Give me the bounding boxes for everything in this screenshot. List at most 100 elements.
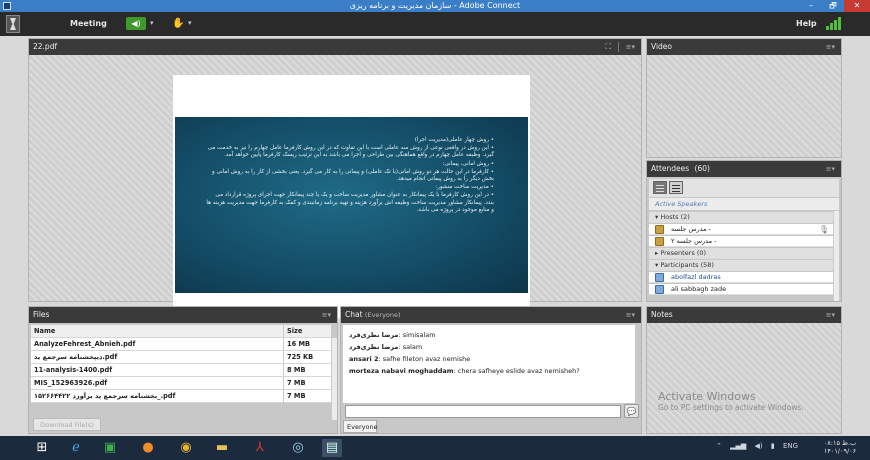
close-button[interactable]: ✕ (844, 0, 870, 12)
store-icon[interactable]: ▣ (100, 439, 120, 457)
active-speakers-label: Active Speakers (649, 198, 839, 210)
slide-text: • روش چهار عاملی(مدیریت اجرا) • این روش … (204, 137, 494, 215)
meeting-menu[interactable]: Meeting (70, 19, 107, 28)
fit-width-icon[interactable]: ⛶ (605, 42, 611, 52)
files-pod-menu-icon[interactable]: ≡▾ (322, 307, 331, 323)
table-header-row: Name Size (31, 325, 331, 338)
maximize-button[interactable]: 🗗 (822, 0, 844, 12)
table-row[interactable]: AnalyzeFehrest_Abnieh.pdf 16 MB (31, 338, 331, 351)
acrobat-icon[interactable]: ⅄ (250, 439, 270, 457)
files-table: Name Size AnalyzeFehrest_Abnieh.pdf 16 M… (31, 325, 331, 403)
files-scrollbar[interactable] (331, 338, 337, 420)
video-pod-menu-icon[interactable]: ≡▾ (826, 39, 835, 55)
slide-bullet: • این روش در واقعی نوعی از روش سه عاملی … (207, 145, 494, 159)
chat-text: : simisalam (398, 331, 436, 339)
slide-bullet: • کارفرما در این حالت هر دو روش امانی(با… (212, 168, 494, 183)
system-tray: ⌃ ▂▄▆ ◀) ▮ ENG (716, 442, 798, 450)
clock[interactable]: ۰۸:۱۵ ب.ظ ۱۴۰۱/۰۹/۰۶ (820, 439, 860, 455)
video-pod-title: Video (651, 42, 673, 51)
attendee-name: مدرس جلسه - (671, 225, 711, 233)
attendees-pod-title: Attendees (651, 164, 690, 173)
network-icon[interactable]: ▂▄▆ (730, 442, 746, 450)
attendees-scrollbar[interactable] (833, 211, 839, 301)
help-menu[interactable]: Help (796, 19, 817, 28)
file-size: 725 KB (283, 351, 329, 364)
table-row[interactable]: MIS_152963926.pdf 7 MB (31, 377, 331, 390)
firefox-icon[interactable]: ● (138, 439, 158, 457)
file-size: 7 MB (283, 390, 329, 403)
tray-chevron-icon[interactable]: ⌃ (716, 442, 722, 450)
participants-section-header[interactable]: ▾ Participants (58) (649, 260, 833, 271)
slide-bullet: • مدیریت ساخت منشور: (435, 184, 494, 191)
table-row[interactable]: دیپخشنامه سرجمع ید.pdf 725 KB (31, 351, 331, 364)
minimize-button[interactable]: – (800, 0, 822, 12)
nox-icon[interactable]: ◎ (288, 439, 308, 457)
slide-bullet: • روش چهار عاملی(مدیریت اجرا) (414, 137, 494, 143)
notes-pod: Notes ≡▾ (646, 306, 842, 434)
chat-message: مرضا نظری‌فرد: simisalam (349, 329, 629, 341)
table-row[interactable]: بخشنامه سرجمع پد برآورد ۱۵۲۶۶۴۴۲۲_.pdf 7… (31, 390, 331, 403)
attendees-pod: Attendees (60) ≡▾ Active Speakers ▾ Host… (646, 160, 842, 302)
notes-pod-menu-icon[interactable]: ≡▾ (826, 307, 835, 323)
watermark-subtitle: Go to PC settings to activate Windows. (658, 403, 804, 412)
download-files-button[interactable]: Download File(s) (33, 418, 101, 431)
chat-message: مرضا نظری‌فرد: salam (349, 341, 629, 353)
attendee-name: ali sabbagh zade (671, 285, 727, 293)
activate-windows-watermark: Activate Windows Go to PC settings to ac… (658, 390, 804, 413)
chat-sender: ansari 2 (349, 355, 379, 363)
slide-content-area: • روش چهار عاملی(مدیریت اجرا) • این روش … (175, 117, 528, 293)
attendee-row[interactable]: مدرس جلسه ۲ - (649, 236, 833, 247)
windows-start-icon[interactable]: ⊞ (32, 439, 52, 457)
sort-view-icon[interactable] (669, 181, 683, 194)
volume-icon[interactable]: ◀) (755, 442, 763, 450)
host-avatar-icon (655, 237, 664, 246)
share-pod-menu-icon[interactable]: ≡▾ (626, 39, 635, 55)
list-view-icon[interactable] (653, 181, 667, 194)
adobe-connect-logo-icon (6, 15, 20, 33)
file-name: 11-analysis-1400.pdf (34, 366, 113, 374)
taskbar: ⊞ ℯ ▣ ● ◉ ▬ ⅄ ◎ ▤ ⌃ ▂▄▆ ◀) ▮ ENG ۰۸:۱۵ ب… (0, 436, 870, 460)
speaker-icon[interactable]: ◀) (126, 17, 146, 30)
attendee-view-toolbar (649, 179, 839, 197)
window-title: سازمان مدیریت و برنامه ریزی - Adobe Conn… (349, 1, 521, 10)
attendees-pod-menu-icon[interactable]: ≡▾ (826, 161, 835, 177)
watermark-title: Activate Windows (658, 390, 756, 403)
share-pod-body: • روش چهار عاملی(مدیریت اجرا) • این روش … (29, 55, 641, 318)
chat-tab-everyone[interactable]: Everyone (343, 420, 378, 433)
file-size: 8 MB (283, 364, 329, 377)
chat-pod-menu-icon[interactable]: ≡▾ (626, 307, 635, 323)
hosts-section-header[interactable]: ▾ Hosts (2) (649, 212, 833, 223)
battery-icon[interactable]: ▮ (771, 442, 775, 450)
name-column-header[interactable]: Name (34, 325, 279, 338)
internet-explorer-icon[interactable]: ℯ (66, 439, 86, 457)
file-size: 16 MB (283, 338, 329, 351)
file-explorer-icon[interactable]: ▬ (212, 439, 232, 457)
header-divider (618, 42, 619, 52)
chat-text: : chera safheye eslide avaz nemisheh? (453, 367, 580, 375)
language-indicator[interactable]: ENG (783, 442, 798, 450)
video-pod: Video ≡▾ (646, 38, 842, 158)
attendee-name: مدرس جلسه ۲ - (671, 237, 717, 245)
presentation-slide: • روش چهار عاملی(مدیریت اجرا) • این روش … (173, 75, 530, 318)
chat-input[interactable] (345, 405, 621, 418)
attendee-row[interactable]: abolfazl dadras (649, 272, 833, 283)
file-size: 7 MB (283, 377, 329, 390)
chat-audience: (Everyone) (364, 311, 401, 319)
raise-hand-icon[interactable]: ✋ (172, 17, 184, 30)
status-dropdown-icon[interactable]: ▾ (188, 19, 192, 27)
attendee-row[interactable]: مدرس جلسه - 🎙 (649, 224, 833, 235)
files-pod: Files ≡▾ Name Size AnalyzeFehrest_Abnieh… (28, 306, 338, 434)
size-column-header[interactable]: Size (283, 325, 329, 338)
chat-sender: مرضا نظری‌فرد (349, 331, 399, 339)
presenters-section-header[interactable]: ▸ Presenters (0) (649, 248, 833, 259)
window-title-bar: سازمان مدیریت و برنامه ریزی - Adobe Conn… (0, 0, 870, 12)
speaker-dropdown-icon[interactable]: ▾ (150, 19, 154, 27)
attendee-row[interactable]: ali sabbagh zade (649, 284, 833, 295)
chrome-icon[interactable]: ◉ (176, 439, 196, 457)
chat-pod-title: Chat (345, 310, 363, 319)
table-row[interactable]: 11-analysis-1400.pdf 8 MB (31, 364, 331, 377)
files-pod-title: Files (33, 310, 50, 319)
send-message-icon[interactable]: 💬 (624, 404, 639, 418)
connection-strength-icon (826, 17, 842, 30)
adobe-connect-taskbar-icon[interactable]: ▤ (322, 439, 342, 457)
